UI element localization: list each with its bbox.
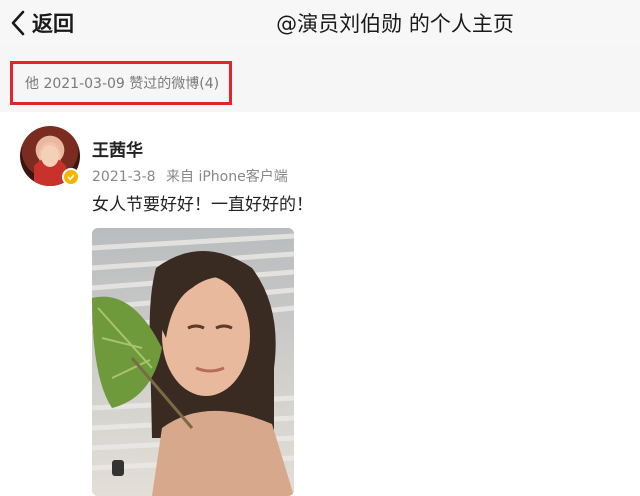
verified-badge-icon [62,168,80,186]
top-bar: 返回 @演员刘伯勋 的个人主页 [0,0,640,46]
post-source: 来自 iPhone客户端 [166,169,288,185]
back-label: 返回 [32,12,74,36]
back-button[interactable]: 返回 [10,6,74,40]
section-label: 他 2021-03-09 赞过的微博(4) [25,76,220,92]
post-text: 女人节要好好！一直好好的！ [92,195,313,215]
post-meta: 2021-3-8 来自 iPhone客户端 [92,166,288,186]
highlight-box: 他 2021-03-09 赞过的微博(4) [10,61,232,105]
chevron-left-icon [10,10,26,36]
post-date: 2021-3-8 [92,169,156,185]
author-name[interactable]: 王茜华 [92,136,143,161]
post-photo[interactable] [92,228,294,496]
page-title: @演员刘伯勋 的个人主页 [276,12,514,36]
post-card[interactable]: 王茜华 2021-3-8 来自 iPhone客户端 女人节要好好！一直好好的！ [0,112,640,496]
